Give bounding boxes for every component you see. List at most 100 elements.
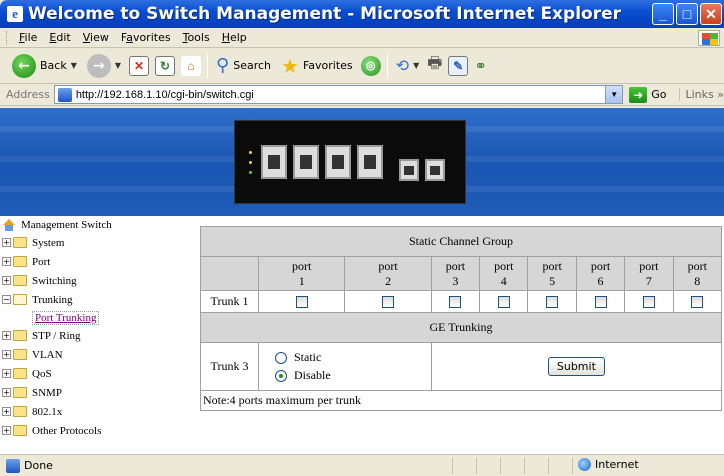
tree-item-port[interactable]: + Port — [0, 252, 200, 271]
address-bar: Address http://192.168.1.10/cgi-bin/swit… — [0, 84, 724, 106]
tree-item-label: STP / Ring — [32, 329, 81, 342]
go-button[interactable]: ➜ Go — [629, 86, 667, 103]
tree-item-label: Trunking — [32, 293, 73, 306]
minimize-button[interactable]: _ — [652, 3, 674, 25]
trunk-1-port-1-cell — [257, 290, 346, 313]
trunk-3-label: Trunk 3 — [200, 342, 259, 391]
tree-root-label: Management Switch — [21, 218, 112, 231]
messenger-icon[interactable]: ⚭ — [474, 57, 487, 75]
expand-icon[interactable]: + — [2, 369, 11, 378]
expand-icon[interactable]: + — [2, 350, 11, 359]
expand-icon[interactable]: + — [2, 276, 11, 285]
tree-root[interactable]: Management Switch — [0, 216, 200, 233]
expand-icon[interactable]: + — [2, 257, 11, 266]
folder-icon — [13, 349, 27, 360]
tree-item-vlan[interactable]: + VLAN — [0, 345, 200, 364]
page-icon — [57, 87, 72, 102]
back-button[interactable]: ← Back ▼ — [10, 52, 79, 80]
folder-icon — [13, 387, 27, 398]
home-icon[interactable]: ⌂ — [181, 55, 202, 76]
favorites-button[interactable]: ★ Favorites — [279, 52, 355, 80]
main-content: Static Channel Group port 1 port 2 port 3 p… — [200, 216, 724, 454]
menu-bar: File Edit View Favorites Tools Help — [0, 28, 724, 48]
expand-icon[interactable]: + — [2, 388, 11, 397]
search-button[interactable]: ⚲ Search — [214, 52, 273, 80]
expand-icon[interactable]: + — [2, 238, 11, 247]
expand-icon[interactable]: + — [2, 407, 11, 416]
port-5-checkbox[interactable] — [546, 296, 559, 309]
menu-edit[interactable]: Edit — [43, 31, 76, 44]
open-folder-icon — [13, 294, 27, 305]
menu-view[interactable]: View — [77, 31, 115, 44]
chevron-down-icon[interactable]: ▼ — [413, 61, 419, 70]
port-jack-icon — [325, 145, 351, 179]
trunk-1-port-5-cell — [527, 290, 577, 313]
tree-item-port-trunking[interactable]: Port Trunking — [0, 309, 200, 326]
static-label: Static — [294, 350, 322, 364]
collapse-icon[interactable]: − — [2, 295, 11, 304]
disable-option[interactable]: Disable — [275, 367, 431, 385]
tree-item-switching[interactable]: + Switching — [0, 271, 200, 290]
static-radio[interactable] — [275, 351, 287, 364]
forward-arrow-icon: → — [86, 53, 111, 78]
tree-item-qos[interactable]: + QoS — [0, 364, 200, 383]
submit-button[interactable]: Submit — [547, 357, 605, 376]
tree-item-trunking[interactable]: − Trunking — [0, 290, 200, 309]
links-button[interactable]: Links » — [678, 88, 724, 101]
port-header: port 6 — [575, 256, 626, 291]
window-controls: _ □ ✕ — [652, 3, 722, 25]
port-header: port 8 — [672, 256, 723, 291]
address-input[interactable]: http://192.168.1.10/cgi-bin/switch.cgi ▼ — [53, 85, 624, 104]
address-url[interactable]: http://192.168.1.10/cgi-bin/switch.cgi — [76, 89, 254, 101]
edit-icon[interactable]: ✎ — [448, 55, 469, 76]
menu-file[interactable]: File — [13, 31, 43, 44]
port-jack-icon — [293, 145, 319, 179]
port-3-checkbox[interactable] — [449, 296, 462, 309]
back-label: Back — [40, 59, 67, 72]
menu-tools[interactable]: Tools — [177, 31, 216, 44]
trunk-1-port-6-cell — [575, 290, 626, 313]
tree-item-snmp[interactable]: + SNMP — [0, 383, 200, 402]
globe-icon — [578, 458, 591, 471]
forward-button[interactable]: → ▼ — [85, 52, 123, 80]
trunk-note: Note:4 ports maximum per trunk — [200, 390, 722, 411]
port-header: port 2 — [344, 256, 432, 291]
folder-icon — [13, 275, 27, 286]
port-6-checkbox[interactable] — [594, 296, 607, 309]
maximize-button[interactable]: □ — [676, 3, 698, 25]
chevron-down-icon[interactable]: ▼ — [71, 61, 77, 70]
media-icon[interactable]: ◎ — [360, 55, 381, 76]
print-icon[interactable]: 🖶 — [427, 52, 442, 79]
port-trunking-link[interactable]: Port Trunking — [32, 310, 100, 325]
menu-help[interactable]: Help — [216, 31, 253, 44]
tree-item-label: Port — [32, 255, 51, 268]
port-2-checkbox[interactable] — [382, 296, 395, 309]
port-1-checkbox[interactable] — [295, 296, 308, 309]
tree-item-stp-ring[interactable]: + STP / Ring — [0, 326, 200, 345]
search-label: Search — [233, 59, 272, 72]
stop-icon[interactable]: ✕ — [129, 55, 150, 76]
tree-item-8021x[interactable]: + 802.1x — [0, 402, 200, 421]
chevron-down-icon[interactable]: ▼ — [605, 86, 623, 103]
folder-icon — [13, 256, 27, 267]
submit-cell: Submit — [430, 342, 723, 391]
expand-icon[interactable]: + — [2, 331, 11, 340]
tree-item-system[interactable]: + System — [0, 233, 200, 252]
port-4-checkbox[interactable] — [497, 296, 510, 309]
trunk-1-port-3-cell — [430, 290, 481, 313]
port-8-checkbox[interactable] — [691, 296, 704, 309]
close-button[interactable]: ✕ — [700, 3, 722, 25]
chevron-down-icon[interactable]: ▼ — [115, 61, 121, 70]
disable-radio[interactable] — [275, 369, 287, 382]
tree-item-label: QoS — [32, 367, 52, 380]
go-arrow-icon: ➜ — [629, 86, 648, 103]
menu-favorites[interactable]: Favorites — [115, 31, 177, 44]
folder-icon — [13, 368, 27, 379]
port-7-checkbox[interactable] — [642, 296, 655, 309]
history-button[interactable]: ⟲ ▼ — [394, 52, 422, 80]
zone-label: Internet — [595, 458, 639, 471]
expand-icon[interactable]: + — [2, 426, 11, 435]
refresh-icon[interactable]: ↻ — [155, 55, 176, 76]
static-option[interactable]: Static — [275, 349, 431, 367]
tree-item-other-protocols[interactable]: + Other Protocols — [0, 421, 200, 440]
